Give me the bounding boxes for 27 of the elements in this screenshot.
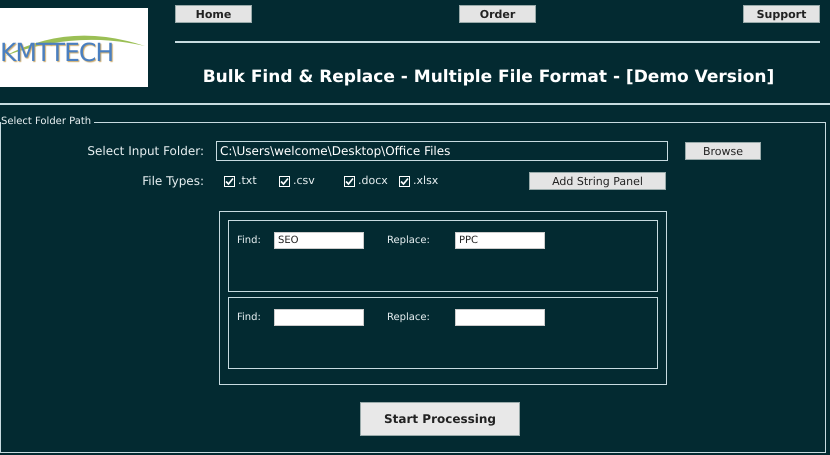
logo: KMTTECH (0, 8, 148, 87)
checkbox[interactable] (279, 176, 290, 186)
field-label: File Types: (142, 174, 204, 188)
nav-button[interactable]: Home (175, 5, 252, 23)
checkbox[interactable] (399, 176, 410, 186)
folder-path-field[interactable]: C:\Users\welcome\Desktop\Office Files (216, 141, 668, 161)
find-field[interactable]: SEO (274, 232, 364, 249)
checkbox-label: .docx (358, 172, 388, 189)
replace-field[interactable]: PPC (455, 232, 545, 249)
replace-field[interactable] (455, 309, 545, 326)
checkbox[interactable] (224, 176, 235, 186)
field-label: Select Input Folder: (87, 144, 204, 158)
field-label: Find: (237, 311, 262, 325)
checkbox[interactable] (344, 176, 355, 186)
find-field[interactable] (274, 309, 364, 326)
nav-button[interactable]: Order (459, 5, 536, 23)
checkbox-label: .xlsx (413, 172, 438, 189)
checkbox-label: .txt (238, 172, 257, 189)
app-title: Bulk Find & Replace - Multiple File Format - [Demo Version] (202, 67, 774, 87)
field-label: Replace: (387, 234, 431, 248)
field-label: Find: (237, 234, 262, 248)
start-button[interactable]: Start Processing (360, 402, 520, 436)
add-panel-button[interactable]: Add String Panel (529, 172, 666, 190)
nav-button[interactable]: Support (743, 5, 820, 23)
browse-button[interactable]: Browse (685, 142, 761, 160)
checkbox-label: .csv (293, 172, 315, 189)
field-label: Replace: (387, 311, 431, 325)
